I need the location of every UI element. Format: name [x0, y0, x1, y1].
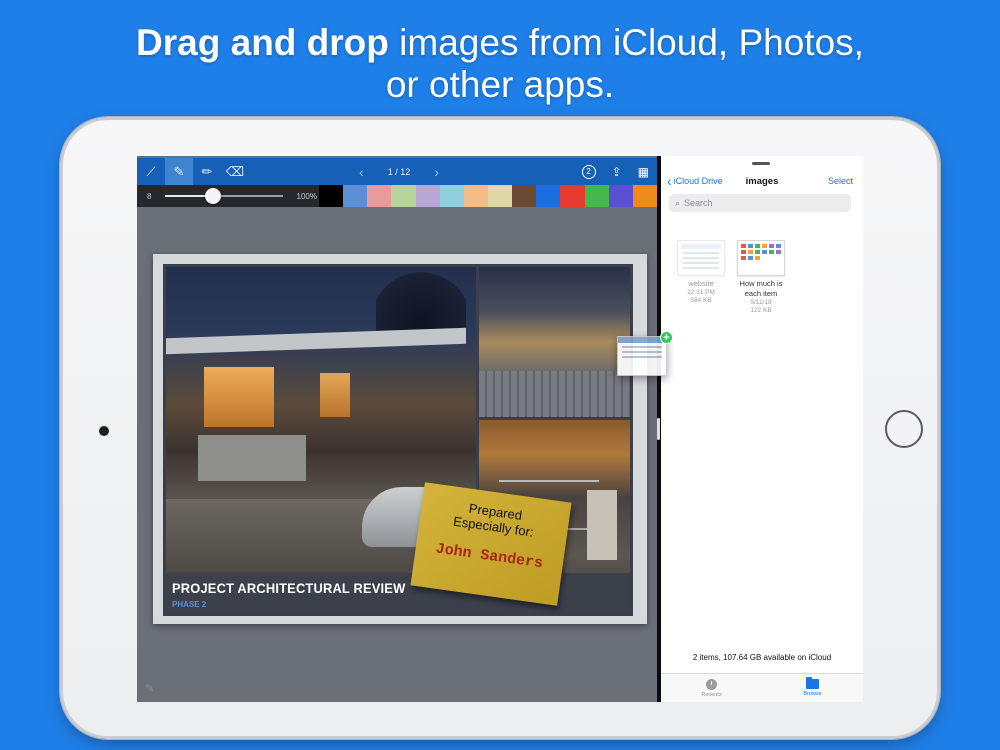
editor-toolbar: ⟋ ✎ ✏ ⌫ ‹ 1 / 12 › 2 ⇪ ▦ — [137, 158, 657, 185]
deck-shape — [479, 371, 630, 417]
slideover-grabber[interactable] — [752, 162, 770, 165]
color-swatch[interactable] — [415, 185, 440, 207]
dragged-file-preview[interactable] — [617, 336, 667, 376]
file-size: 584 KB — [690, 297, 712, 304]
folder-icon — [806, 677, 819, 689]
headline-line-1: Drag and drop images from iCloud, Photos… — [0, 22, 1000, 64]
page-navigator: ‹ 1 / 12 › — [359, 158, 439, 185]
color-swatch[interactable] — [608, 185, 633, 207]
ipad-screen: ⟋ ✎ ✏ ⌫ ‹ 1 / 12 › 2 ⇪ ▦ 8 100% PROJECT … — [137, 156, 863, 702]
garage-shape — [198, 435, 306, 481]
toolbar-right: 2 ⇪ ▦ — [581, 158, 649, 185]
color-swatch[interactable] — [367, 185, 392, 207]
file-name: How much is each item — [739, 279, 783, 298]
grid-icon[interactable]: ▦ — [638, 165, 649, 179]
file-thumbnail — [677, 240, 725, 276]
color-swatch[interactable] — [512, 185, 537, 207]
share-icon[interactable]: ⇪ — [612, 165, 622, 179]
tab-recents[interactable]: Recents — [661, 674, 762, 702]
eraser-icon[interactable]: ⌫ — [221, 158, 249, 185]
color-swatch[interactable] — [319, 185, 344, 207]
color-swatch[interactable] — [439, 185, 464, 207]
count-badge-button[interactable]: 2 — [581, 164, 596, 179]
camera-icon — [99, 426, 109, 436]
file-date: 12:31 PM — [687, 289, 715, 296]
document-page: PROJECT ARCHITECTURAL REVIEW PHASE 2 — [153, 254, 647, 624]
sticky-note[interactable]: Prepared Especially for: John Sanders — [410, 482, 572, 606]
preview-header — [618, 337, 666, 343]
files-app: ‹ iCloud Drive images Select ⌕ Search we… — [661, 156, 863, 702]
thumb-bar — [681, 244, 721, 249]
preview-line — [622, 351, 662, 353]
color-swatches — [319, 185, 657, 207]
color-swatch[interactable] — [632, 185, 657, 207]
search-icon: ⌕ — [675, 197, 681, 208]
chevron-left-icon[interactable]: ‹ — [359, 164, 364, 180]
page-indicator: 1 / 12 — [387, 166, 411, 177]
window-shape — [204, 367, 274, 427]
tab-recents-label: Recents — [701, 691, 722, 698]
brush-icon[interactable]: ⟋ — [137, 158, 165, 185]
headline-bold: Drag and drop — [136, 22, 389, 63]
editor-app: ⟋ ✎ ✏ ⌫ ‹ 1 / 12 › 2 ⇪ ▦ 8 100% PROJECT … — [137, 156, 657, 702]
search-placeholder: Search — [684, 198, 713, 208]
storage-status: 2 items, 107.64 GB available on iCloud — [692, 653, 832, 662]
color-swatch[interactable] — [536, 185, 561, 207]
pencil-corner-icon[interactable]: ✎ — [145, 682, 154, 695]
color-swatch[interactable] — [584, 185, 609, 207]
door-shape — [587, 490, 617, 560]
file-size: 122 KB — [750, 307, 772, 314]
clock-icon — [706, 678, 717, 690]
headline-line-2: or other apps. — [385, 64, 615, 105]
color-swatch[interactable] — [343, 185, 368, 207]
slide-title: PROJECT ARCHITECTURAL REVIEW — [172, 580, 406, 596]
sticky-note-name: John Sanders — [434, 540, 544, 573]
color-swatch[interactable] — [487, 185, 513, 207]
thumb-line — [683, 262, 719, 264]
select-button[interactable]: Select — [828, 176, 853, 186]
chevron-right-icon[interactable]: › — [434, 164, 439, 180]
house-photo-top-right — [479, 267, 630, 417]
window-shape — [320, 373, 350, 417]
pen-icon[interactable]: ✎ — [165, 158, 193, 185]
brush-size-value: 8 — [147, 191, 152, 201]
file-item[interactable]: website 12:31 PM 584 KB — [671, 240, 731, 305]
home-button[interactable] — [885, 410, 923, 448]
brush-settings-strip: 8 100% — [137, 185, 657, 207]
opacity-label: 100% — [296, 191, 317, 201]
color-swatch[interactable] — [463, 185, 488, 207]
file-date: 5/11/18 — [750, 299, 772, 306]
headline-rest: images from iCloud, Photos, — [388, 22, 864, 63]
roof-shape — [166, 327, 466, 355]
thumb-grid — [738, 241, 784, 263]
add-badge-icon: + — [660, 331, 673, 344]
tab-browse-label: Browse — [803, 691, 822, 697]
thumb-line — [683, 257, 719, 259]
pencil-icon[interactable]: ✏ — [193, 158, 221, 185]
tree-shape — [376, 267, 466, 337]
color-swatch[interactable] — [560, 185, 585, 207]
thumb-line — [683, 252, 719, 254]
slide-subtitle: PHASE 2 — [172, 600, 207, 609]
file-thumbnail — [737, 240, 785, 276]
files-tab-bar: Recents Browse — [661, 673, 863, 702]
slider-knob[interactable] — [205, 188, 222, 204]
file-item[interactable]: How much is each item 5/11/18 122 KB — [731, 240, 791, 315]
file-name: website — [688, 279, 714, 288]
thumb-line — [683, 267, 719, 269]
sticky-note-text: Prepared Especially for: — [419, 494, 570, 544]
color-swatch[interactable] — [391, 185, 416, 207]
tab-browse[interactable]: Browse — [762, 674, 863, 702]
headline: Drag and drop images from iCloud, Photos… — [0, 22, 1000, 106]
search-field[interactable]: ⌕ Search — [669, 194, 851, 212]
split-divider-handle[interactable] — [657, 418, 660, 440]
opacity-slider[interactable] — [165, 185, 283, 207]
preview-line — [622, 346, 662, 348]
preview-line — [622, 356, 662, 358]
